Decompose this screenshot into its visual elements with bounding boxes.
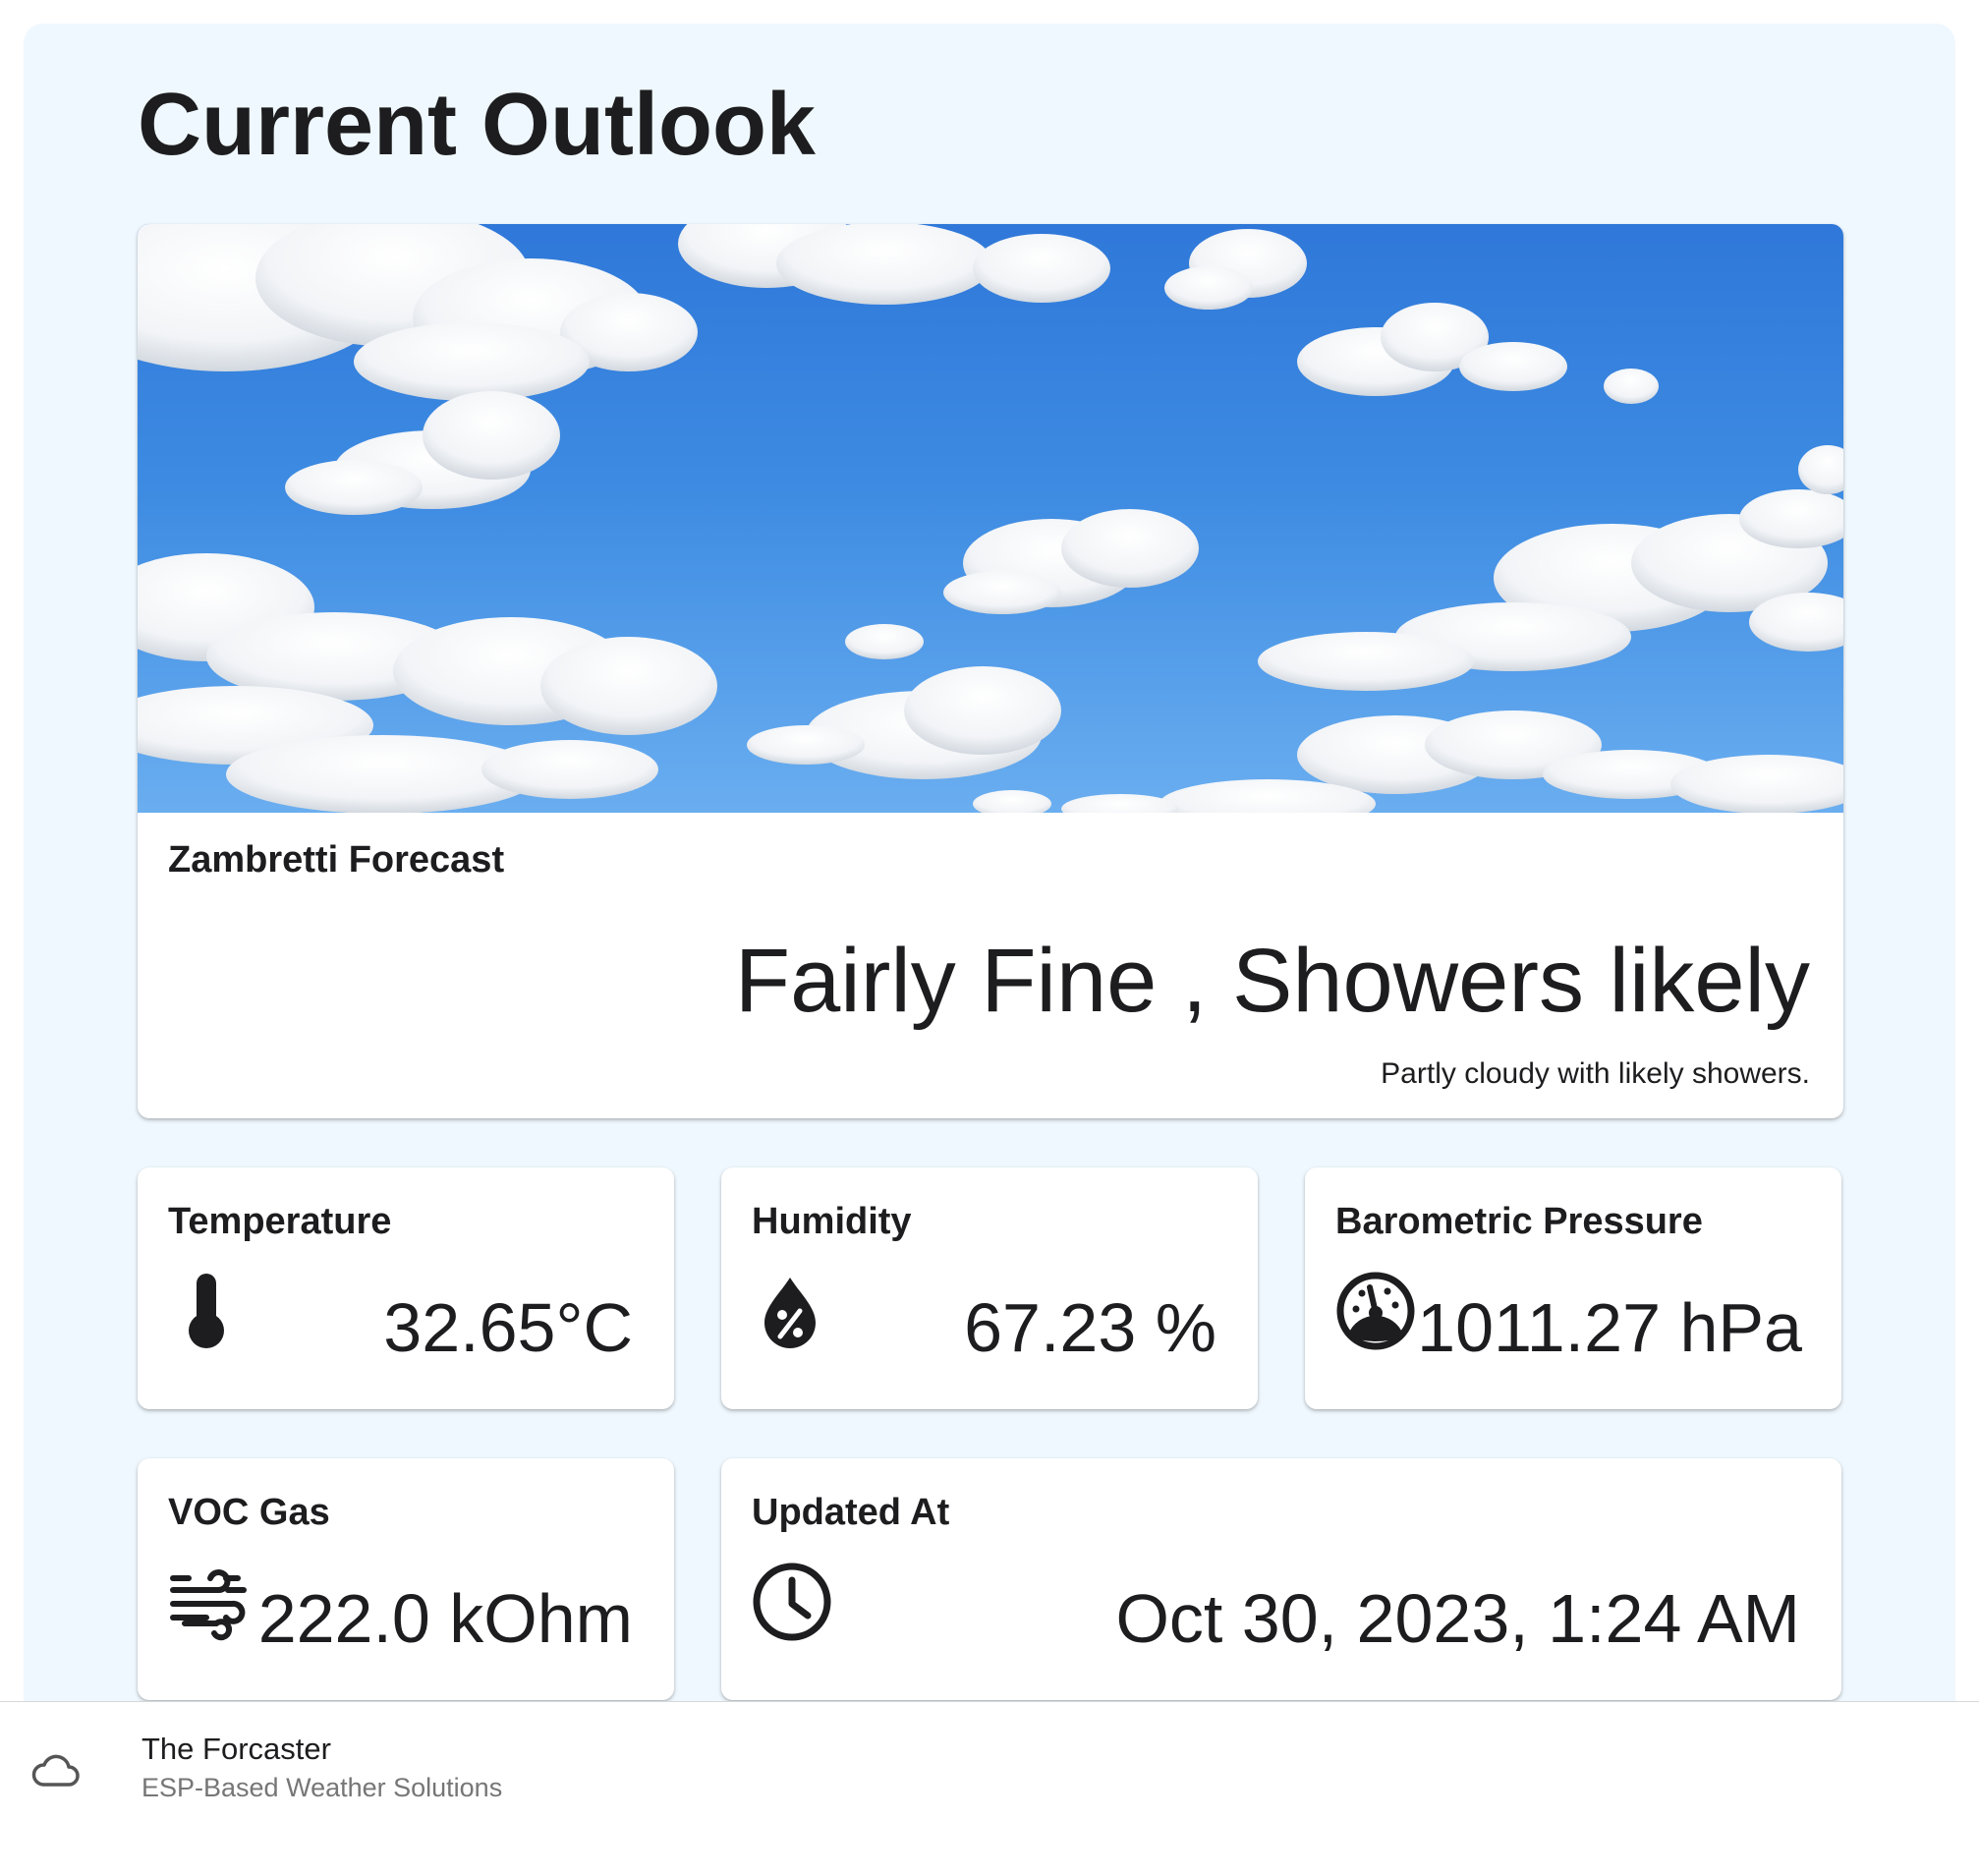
voc-label: VOC Gas — [168, 1492, 330, 1533]
temperature-value: 32.65°C — [383, 1289, 633, 1366]
thermometer-icon — [189, 1274, 224, 1348]
clock-icon — [753, 1563, 831, 1641]
updated-value: Oct 30, 2023, 1:24 AM — [1115, 1580, 1800, 1657]
wind-icon — [170, 1569, 247, 1641]
pressure-value: 1011.27 hPa — [1417, 1289, 1802, 1366]
page-title: Current Outlook — [138, 76, 816, 174]
pressure-label: Barometric Pressure — [1335, 1201, 1703, 1242]
humidity-card: Humidity 67.23 % — [721, 1167, 1258, 1409]
footer-title: The Forcaster — [141, 1732, 331, 1766]
gauge-icon — [1336, 1272, 1415, 1350]
sky-image — [138, 224, 1843, 828]
humidity-label: Humidity — [752, 1201, 912, 1242]
cloud-icon — [31, 1754, 80, 1787]
forecast-value: Fairly Fine , Showers likely — [734, 931, 1810, 1031]
humidity-value: 67.23 % — [964, 1289, 1216, 1366]
forecast-description: Partly cloudy with likely showers. — [1381, 1057, 1810, 1090]
footer-bar: The Forcaster ESP-Based Weather Solution… — [0, 1701, 1979, 1876]
forecast-label: Zambretti Forecast — [168, 839, 505, 881]
clouds-illustration — [138, 224, 1843, 828]
temperature-label: Temperature — [168, 1201, 392, 1242]
footer-subtitle: ESP-Based Weather Solutions — [141, 1773, 503, 1802]
updated-label: Updated At — [752, 1492, 950, 1533]
updated-card: Updated At Oct 30, 2023, 1:24 AM — [721, 1458, 1841, 1700]
humidity-drop-icon — [764, 1278, 816, 1348]
temperature-card: Temperature 32.65°C — [138, 1167, 674, 1409]
voc-card: VOC Gas 222.0 kOhm — [138, 1458, 674, 1700]
voc-value: 222.0 kOhm — [257, 1580, 633, 1657]
forecast-card: Zambretti Forecast Fairly Fine , Showers… — [138, 224, 1843, 1118]
pressure-card: Barometric Pressure 1011.27 hPa — [1305, 1167, 1841, 1409]
